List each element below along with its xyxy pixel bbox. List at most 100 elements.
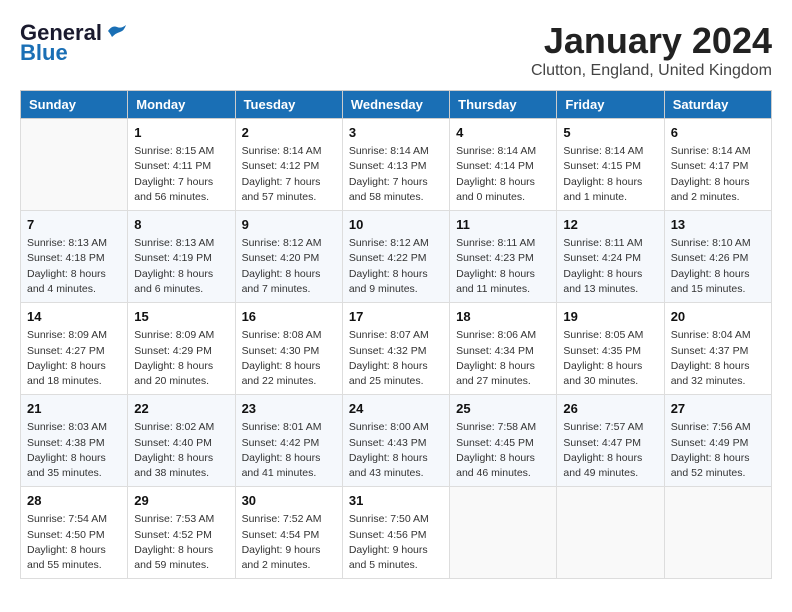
day-info: Sunrise: 8:14 AMSunset: 4:12 PMDaylight:… (242, 144, 336, 205)
day-info: Sunrise: 8:06 AMSunset: 4:34 PMDaylight:… (456, 328, 550, 389)
calendar-cell: 10 Sunrise: 8:12 AMSunset: 4:22 PMDayligh… (342, 211, 449, 303)
day-number: 2 (242, 124, 336, 142)
calendar-cell: 22Sunrise: 8:02 AMSunset: 4:40 PMDayligh… (128, 395, 235, 487)
day-number: 29 (134, 492, 228, 510)
calendar-cell: 24 Sunrise: 8:00 AMSunset: 4:43 PMDayligh… (342, 395, 449, 487)
weekday-header: Wednesday (342, 91, 449, 119)
calendar-cell: 26 Sunrise: 7:57 AMSunset: 4:47 PMDayligh… (557, 395, 664, 487)
day-info: Sunrise: 7:52 AMSunset: 4:54 PMDaylight:… (242, 512, 336, 573)
day-number: 15 (134, 308, 228, 326)
calendar-cell: 20Sunrise: 8:04 AMSunset: 4:37 PMDayligh… (664, 303, 771, 395)
weekday-header: Thursday (450, 91, 557, 119)
calendar-table: SundayMondayTuesdayWednesdayThursdayFrid… (20, 90, 772, 579)
calendar-cell: 3 Sunrise: 8:14 AMSunset: 4:13 PMDaylight… (342, 119, 449, 211)
day-number: 26 (563, 400, 657, 418)
calendar-cell: 27Sunrise: 7:56 AMSunset: 4:49 PMDayligh… (664, 395, 771, 487)
day-number: 28 (27, 492, 121, 510)
calendar-cell (21, 119, 128, 211)
day-info: Sunrise: 8:00 AMSunset: 4:43 PMDaylight:… (349, 420, 443, 481)
calendar-cell (450, 487, 557, 579)
day-number: 13 (671, 216, 765, 234)
calendar-cell: 29 Sunrise: 7:53 AMSunset: 4:52 PMDayligh… (128, 487, 235, 579)
day-info: Sunrise: 8:15 AMSunset: 4:11 PMDaylight:… (134, 144, 228, 205)
day-number: 21 (27, 400, 121, 418)
calendar-cell: 18Sunrise: 8:06 AMSunset: 4:34 PMDayligh… (450, 303, 557, 395)
day-info: Sunrise: 8:14 AMSunset: 4:17 PMDaylight:… (671, 144, 765, 205)
day-info: Sunrise: 8:14 AMSunset: 4:14 PMDaylight:… (456, 144, 550, 205)
day-number: 4 (456, 124, 550, 142)
day-number: 31 (349, 492, 443, 510)
day-info: Sunrise: 8:09 AMSunset: 4:27 PMDaylight:… (27, 328, 121, 389)
calendar-cell: 2 Sunrise: 8:14 AMSunset: 4:12 PMDaylight… (235, 119, 342, 211)
day-number: 7 (27, 216, 121, 234)
day-info: Sunrise: 8:14 AMSunset: 4:13 PMDaylight:… (349, 144, 443, 205)
location: Clutton, England, United Kingdom (531, 62, 772, 80)
calendar-cell: 5 Sunrise: 8:14 AMSunset: 4:15 PMDaylight… (557, 119, 664, 211)
day-info: Sunrise: 8:05 AMSunset: 4:35 PMDaylight:… (563, 328, 657, 389)
day-info: Sunrise: 8:12 AMSunset: 4:20 PMDaylight:… (242, 236, 336, 297)
calendar-cell: 16Sunrise: 8:08 AMSunset: 4:30 PMDayligh… (235, 303, 342, 395)
day-number: 11 (456, 216, 550, 234)
day-number: 19 (563, 308, 657, 326)
day-info: Sunrise: 8:11 AMSunset: 4:23 PMDaylight:… (456, 236, 550, 297)
day-number: 5 (563, 124, 657, 142)
weekday-header: Tuesday (235, 91, 342, 119)
day-number: 14 (27, 308, 121, 326)
calendar-cell: 28 Sunrise: 7:54 AMSunset: 4:50 PMDayligh… (21, 487, 128, 579)
calendar-cell: 1Sunrise: 8:15 AMSunset: 4:11 PMDaylight… (128, 119, 235, 211)
calendar-cell: 31 Sunrise: 7:50 AMSunset: 4:56 PMDayligh… (342, 487, 449, 579)
day-number: 3 (349, 124, 443, 142)
day-number: 23 (242, 400, 336, 418)
calendar-cell: 30 Sunrise: 7:52 AMSunset: 4:54 PMDayligh… (235, 487, 342, 579)
day-number: 12 (563, 216, 657, 234)
day-info: Sunrise: 7:54 AMSunset: 4:50 PMDaylight:… (27, 512, 121, 573)
weekday-header: Saturday (664, 91, 771, 119)
day-number: 16 (242, 308, 336, 326)
day-info: Sunrise: 8:13 AMSunset: 4:19 PMDaylight:… (134, 236, 228, 297)
calendar-cell: 13 Sunrise: 8:10 AMSunset: 4:26 PMDayligh… (664, 211, 771, 303)
day-info: Sunrise: 7:57 AMSunset: 4:47 PMDaylight:… (563, 420, 657, 481)
day-number: 6 (671, 124, 765, 142)
day-info: Sunrise: 8:09 AMSunset: 4:29 PMDaylight:… (134, 328, 228, 389)
day-number: 25 (456, 400, 550, 418)
day-info: Sunrise: 8:14 AMSunset: 4:15 PMDaylight:… (563, 144, 657, 205)
calendar-cell: 14 Sunrise: 8:09 AMSunset: 4:27 PMDayligh… (21, 303, 128, 395)
day-number: 9 (242, 216, 336, 234)
day-info: Sunrise: 8:13 AMSunset: 4:18 PMDaylight:… (27, 236, 121, 297)
calendar-cell: 4 Sunrise: 8:14 AMSunset: 4:14 PMDaylight… (450, 119, 557, 211)
calendar-cell: 12 Sunrise: 8:11 AMSunset: 4:24 PMDayligh… (557, 211, 664, 303)
calendar-cell: 7 Sunrise: 8:13 AMSunset: 4:18 PMDaylight… (21, 211, 128, 303)
title-section: January 2024 Clutton, England, United Ki… (531, 20, 772, 80)
day-number: 30 (242, 492, 336, 510)
day-info: Sunrise: 8:01 AMSunset: 4:42 PMDaylight:… (242, 420, 336, 481)
day-info: Sunrise: 7:53 AMSunset: 4:52 PMDaylight:… (134, 512, 228, 573)
calendar-cell (557, 487, 664, 579)
day-info: Sunrise: 7:58 AMSunset: 4:45 PMDaylight:… (456, 420, 550, 481)
calendar-cell: 9 Sunrise: 8:12 AMSunset: 4:20 PMDaylight… (235, 211, 342, 303)
day-info: Sunrise: 8:12 AMSunset: 4:22 PMDaylight:… (349, 236, 443, 297)
calendar-cell: 6 Sunrise: 8:14 AMSunset: 4:17 PMDaylight… (664, 119, 771, 211)
calendar-cell (664, 487, 771, 579)
logo-bird-icon (106, 23, 128, 39)
calendar-cell: 19 Sunrise: 8:05 AMSunset: 4:35 PMDayligh… (557, 303, 664, 395)
day-number: 27 (671, 400, 765, 418)
logo-blue: Blue (20, 40, 68, 66)
day-info: Sunrise: 8:10 AMSunset: 4:26 PMDaylight:… (671, 236, 765, 297)
day-info: Sunrise: 8:04 AMSunset: 4:37 PMDaylight:… (671, 328, 765, 389)
weekday-header: Sunday (21, 91, 128, 119)
day-number: 10 (349, 216, 443, 234)
day-info: Sunrise: 8:11 AMSunset: 4:24 PMDaylight:… (563, 236, 657, 297)
calendar-cell: 25 Sunrise: 7:58 AMSunset: 4:45 PMDayligh… (450, 395, 557, 487)
day-number: 22 (134, 400, 228, 418)
day-number: 8 (134, 216, 228, 234)
calendar-cell: 17Sunrise: 8:07 AMSunset: 4:32 PMDayligh… (342, 303, 449, 395)
day-info: Sunrise: 7:50 AMSunset: 4:56 PMDaylight:… (349, 512, 443, 573)
calendar-cell: 8 Sunrise: 8:13 AMSunset: 4:19 PMDaylight… (128, 211, 235, 303)
day-number: 24 (349, 400, 443, 418)
page-header: General Blue January 2024 Clutton, Engla… (20, 20, 772, 80)
calendar-cell: 23 Sunrise: 8:01 AMSunset: 4:42 PMDayligh… (235, 395, 342, 487)
day-info: Sunrise: 8:07 AMSunset: 4:32 PMDaylight:… (349, 328, 443, 389)
calendar-cell: 21Sunrise: 8:03 AMSunset: 4:38 PMDayligh… (21, 395, 128, 487)
weekday-header: Friday (557, 91, 664, 119)
calendar-cell: 11 Sunrise: 8:11 AMSunset: 4:23 PMDayligh… (450, 211, 557, 303)
